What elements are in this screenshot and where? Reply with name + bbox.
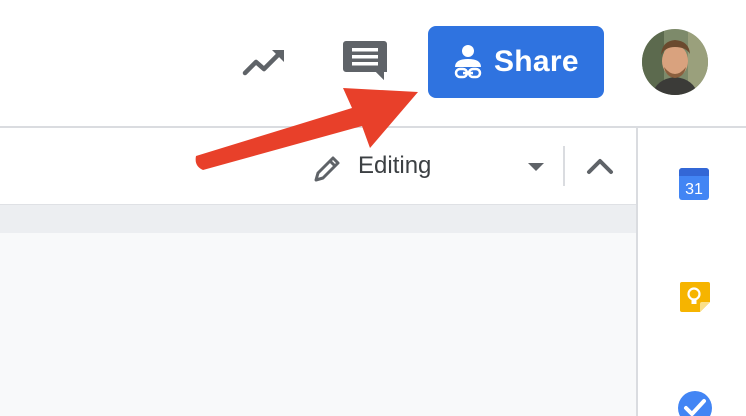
caret-down-icon[interactable] bbox=[526, 160, 546, 174]
share-button-label: Share bbox=[494, 45, 579, 78]
tasks-app[interactable] bbox=[675, 388, 715, 416]
avatar[interactable] bbox=[642, 29, 708, 95]
person-link-icon bbox=[454, 45, 482, 79]
calendar-icon: 31 bbox=[679, 168, 709, 200]
keep-icon bbox=[680, 282, 710, 312]
comments-icon bbox=[343, 41, 387, 80]
ruler bbox=[0, 204, 636, 234]
document-canvas[interactable] bbox=[0, 233, 636, 416]
share-button[interactable]: Share bbox=[428, 26, 604, 98]
calendar-app[interactable]: 31 bbox=[677, 166, 711, 202]
keep-app[interactable] bbox=[678, 280, 712, 314]
user-avatar-image bbox=[642, 29, 708, 95]
collapse-menus-button[interactable] bbox=[583, 152, 617, 180]
chevron-up-icon bbox=[587, 159, 613, 174]
trending-up-icon bbox=[242, 50, 284, 76]
calendar-date: 31 bbox=[685, 181, 703, 198]
editing-mode-label[interactable]: Editing bbox=[358, 151, 431, 181]
tasks-icon bbox=[678, 391, 712, 416]
activity-dashboard-button[interactable] bbox=[240, 40, 288, 84]
pencil-icon bbox=[314, 156, 340, 182]
comments-button[interactable] bbox=[340, 36, 392, 86]
toolbar-separator bbox=[563, 146, 565, 186]
